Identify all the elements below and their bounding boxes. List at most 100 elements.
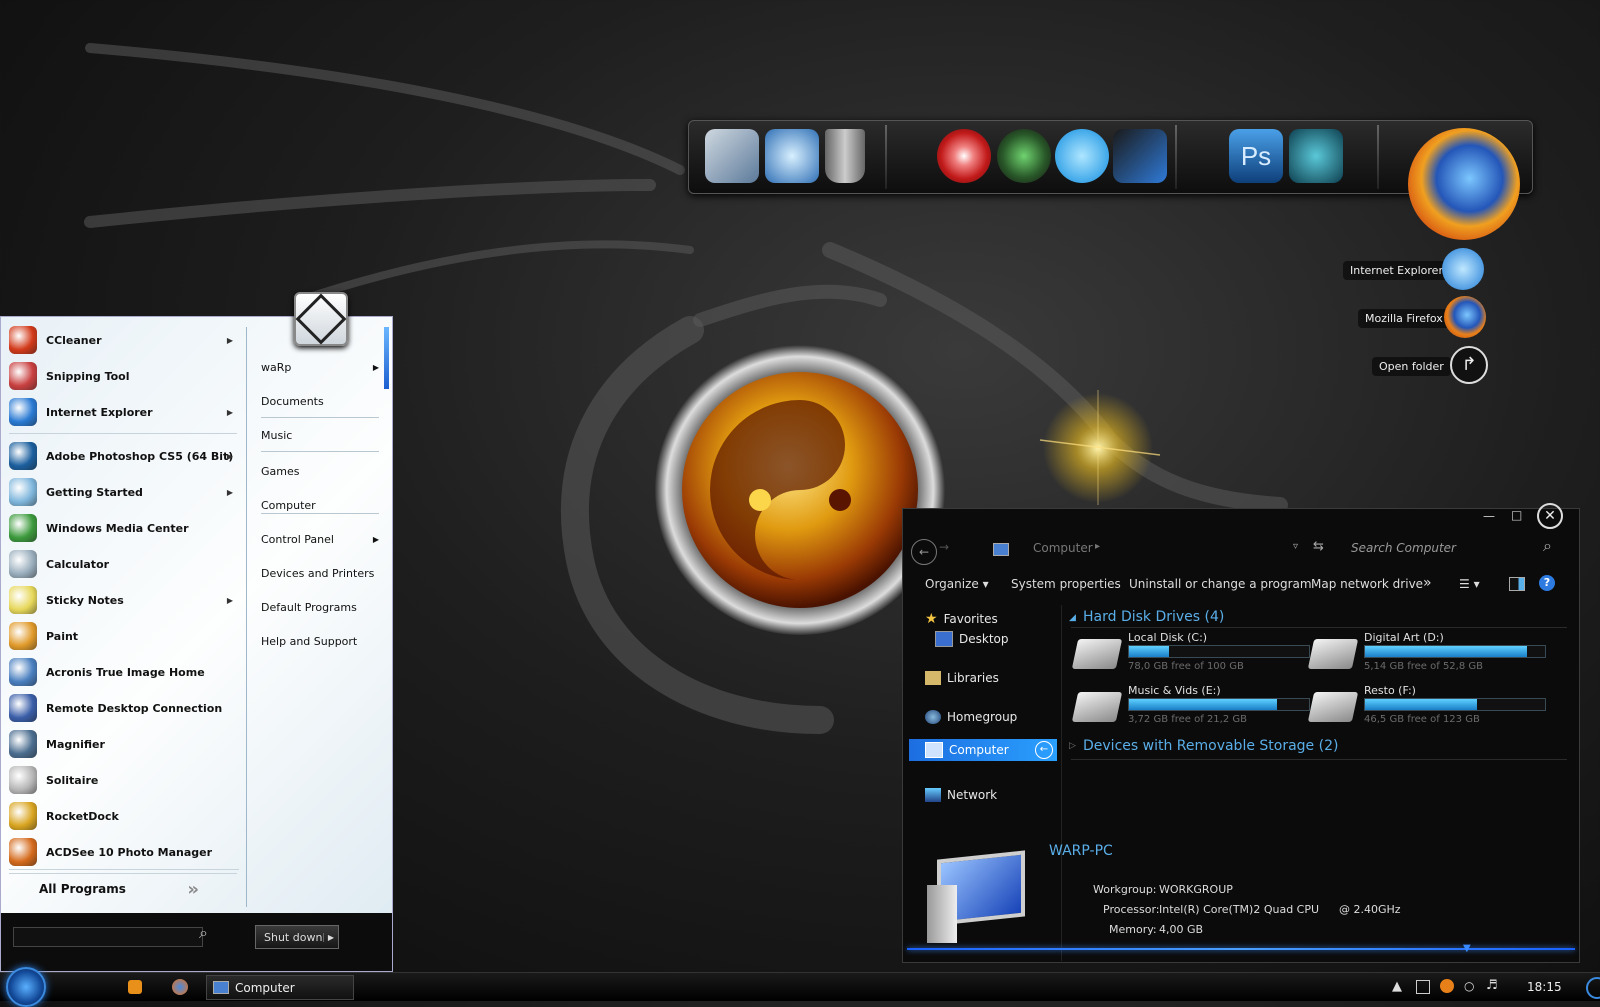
utorrent-icon[interactable] [997,129,1051,183]
program-item-magnifier[interactable]: Magnifier [9,729,237,759]
program-item-snipping-tool[interactable]: Snipping Tool [9,361,237,391]
search-input[interactable]: Search Computer [1351,541,1531,555]
drive-item[interactable]: Music & Vids (E:) 3,72 GB free of 21,2 GB [1071,684,1315,730]
drive-free-space: 3,72 GB free of 21,2 GB [1128,714,1247,725]
program-item-paint[interactable]: Paint [9,621,237,651]
clock[interactable]: 18:15 [1527,980,1562,994]
nav-network[interactable]: Network [925,788,997,802]
nav-computer[interactable]: Computer ← [909,739,1057,761]
program-item-internet-explorer[interactable]: Internet Explorer ▶ [9,397,237,427]
start-button[interactable] [6,967,46,1007]
expand-icon[interactable]: ▷ [1069,741,1076,751]
chevron-down-icon[interactable]: ▼ [1463,943,1471,954]
help-icon[interactable]: ? [1539,575,1555,591]
show-desktop-button[interactable] [1586,977,1600,999]
drive-item[interactable]: Local Disk (C:) 78,0 GB free of 100 GB [1071,631,1315,677]
system-properties-button[interactable]: System properties [1011,577,1121,591]
chevron-right-icon[interactable]: ▶ [322,932,338,942]
folder-globe-icon[interactable] [1113,129,1167,183]
collapse-icon[interactable]: ◢ [1069,613,1076,623]
refresh-icon[interactable]: ⇆ [1313,539,1324,554]
close-button[interactable]: ✕ [1537,503,1563,529]
place-item-computer[interactable]: Computer [261,499,379,512]
maximize-button[interactable]: □ [1511,508,1522,522]
computer-icon [927,850,1025,943]
place-item-help-and-support[interactable]: Help and Support [261,635,379,648]
recycle-bin-icon[interactable] [825,129,865,183]
place-item-default-programs[interactable]: Default Programs [261,601,379,614]
all-programs-button[interactable]: All Programs » [39,877,199,901]
firefox-icon[interactable] [1408,128,1520,240]
program-item-getting-started[interactable]: Getting Started ▶ [9,477,237,507]
mouse-icon[interactable]: ○ [1464,979,1474,993]
nav-favorites[interactable]: ★ Favorites [925,611,998,627]
internet-explorer-icon[interactable] [1442,248,1484,290]
3ds-max-icon[interactable] [1289,129,1343,183]
firefox-icon[interactable] [172,979,188,995]
program-item-adobe-photoshop-cs5-64-bit[interactable]: Adobe Photoshop CS5 (64 Bit) ▶ [9,441,237,471]
uninstall-program-button[interactable]: Uninstall or change a program [1129,577,1312,591]
program-item-calculator[interactable]: Calculator [9,549,237,579]
place-item-control-panel[interactable]: Control Panel ▶ [261,533,379,546]
chevron-right-icon: ▶ [226,595,233,605]
shortcut-label-internet-explorer[interactable]: Internet Explorer [1343,261,1450,280]
volume-icon[interactable]: ♬ [1486,978,1498,993]
firefox-icon[interactable] [1444,296,1486,338]
hdd-group-header[interactable]: Hard Disk Drives (4) [1083,609,1224,625]
removable-group-header[interactable]: Devices with Removable Storage (2) [1083,738,1338,754]
user-avatar[interactable] [294,292,348,346]
tray-icon[interactable] [1440,979,1454,993]
search-icon[interactable]: ⌕ [1543,536,1552,556]
minimize-button[interactable]: — [1483,509,1495,523]
taskbar-button-computer[interactable]: Computer [206,975,354,1000]
program-item-solitaire[interactable]: Solitaire [9,765,237,795]
tray-icon[interactable] [1416,980,1430,994]
program-item-ccleaner[interactable]: CCleaner ▶ [9,325,237,355]
back-button[interactable]: ← [911,539,937,565]
program-item-acdsee-10-photo-manager[interactable]: ACDSee 10 Photo Manager [9,837,237,867]
back-circle-icon[interactable]: ← [1035,741,1053,759]
program-item-sticky-notes[interactable]: Sticky Notes ▶ [9,585,237,615]
program-item-windows-media-center[interactable]: Windows Media Center [9,513,237,543]
place-item-documents[interactable]: Documents [261,395,379,408]
network-icon[interactable] [765,129,819,183]
computer-icon[interactable] [705,129,759,183]
shutdown-label: Shut down [264,930,323,944]
chevron-right-icon: ▶ [226,335,233,345]
place-item-games[interactable]: Games [261,465,379,478]
nav-libraries[interactable]: Libraries [925,671,999,685]
program-item-rocketdock[interactable]: RocketDock [9,801,237,831]
forward-button[interactable]: → [939,540,949,554]
program-item-remote-desktop-connection[interactable]: Remote Desktop Connection [9,693,237,723]
nav-desktop[interactable]: Desktop [935,631,1009,647]
chevron-right-icon: ▶ [372,535,379,544]
drive-item[interactable]: Resto (F:) 46,5 GB free of 123 GB [1307,684,1551,730]
open-folder-icon[interactable]: ↱ [1450,346,1488,384]
start-search-input[interactable] [13,927,203,947]
search-icon[interactable]: ⌕ [199,923,208,943]
place-item-devices-and-printers[interactable]: Devices and Printers [261,567,379,580]
nav-homegroup[interactable]: Homegroup [925,710,1017,724]
place-item-warp[interactable]: waRp ▶ [261,361,379,374]
drive-name: Local Disk (C:) [1128,631,1208,644]
program-item-acronis-true-image-home[interactable]: Acronis True Image Home [9,657,237,687]
map-network-drive-button[interactable]: Map network drive [1311,577,1423,591]
preview-pane-icon[interactable] [1509,577,1525,591]
organize-button[interactable]: Organize ▾ [925,577,989,591]
skype-icon[interactable] [1055,129,1109,183]
eye-icon[interactable] [937,129,991,183]
window-title-bar[interactable] [903,509,1579,527]
drive-free-space: 78,0 GB free of 100 GB [1128,661,1244,672]
photoshop-icon[interactable]: Ps [1229,129,1283,183]
more-options-icon[interactable]: » [1423,575,1432,591]
drive-item[interactable]: Digital Art (D:) 5,14 GB free of 52,8 GB [1307,631,1551,677]
shortcut-label-open-folder[interactable]: Open folder [1372,357,1451,376]
show-hidden-icons[interactable]: ▲ [1392,979,1402,994]
view-options-icon[interactable]: ☰ ▾ [1459,577,1480,591]
breadcrumb[interactable]: Computer [1033,541,1093,555]
media-player-icon[interactable] [128,980,142,994]
place-item-music[interactable]: Music [261,429,379,442]
dropdown-icon[interactable]: ▿ [1293,541,1298,552]
shutdown-button[interactable]: Shut down ▶ [255,925,339,949]
shortcut-label-firefox[interactable]: Mozilla Firefox [1358,309,1450,328]
